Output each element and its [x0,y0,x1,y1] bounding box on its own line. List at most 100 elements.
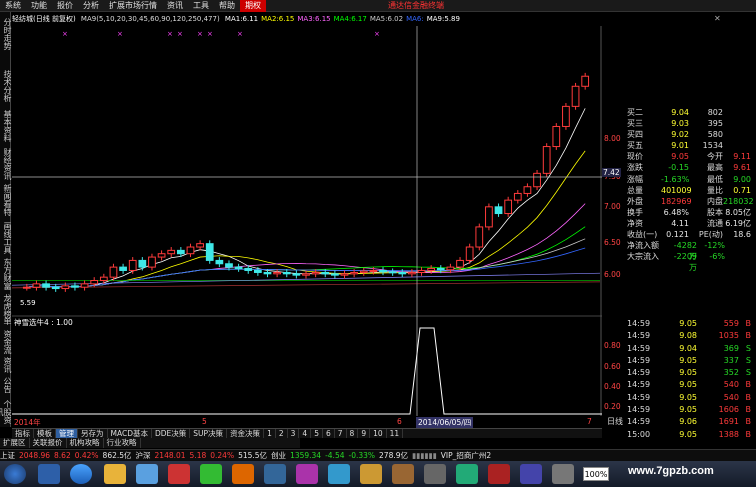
browser-icon[interactable] [70,464,92,484]
media-icon[interactable] [136,464,158,484]
close-icon[interactable]: ✕ [714,14,721,23]
indicator-title: 神雪选牛4 : 1.00 [14,318,73,327]
menu-item-function[interactable]: 功能 [26,0,52,12]
side-tab-news[interactable]: 新闻看特 [0,184,12,216]
candle-body [99,276,108,282]
menu-item-quote[interactable]: 报价 [52,0,78,12]
candle-body [253,269,262,273]
tick-side: S [745,368,751,378]
app-icon[interactable] [552,464,574,484]
cy-value: 1359.34 [290,451,322,460]
indicator-tab[interactable]: 4 [299,429,312,438]
indicator-axis-label: 0.40 [604,382,621,391]
indicator-tab[interactable]: 10 [370,429,387,438]
indicator-tab[interactable]: 7 [335,429,347,438]
side-tab-fund-flow[interactable]: 资金流 [0,330,12,354]
indicator-tab[interactable]: 模板 [34,429,56,438]
indicator-tab[interactable]: SUP决策 [190,429,228,438]
extension-tab[interactable]: 关联报价 [30,438,67,448]
tick-list: 14:59 9.05 559 B 14:59 9.08 1035 B 14:59 9.04 369 S… [627,318,756,441]
side-tab-stock-info[interactable]: 个股资讯 [0,397,12,427]
candle-body [427,267,436,271]
menu-item-analysis[interactable]: 分析 [78,0,104,12]
app-icon[interactable] [392,464,414,484]
tick-volume: 559 [723,319,739,328]
candle-body [292,273,301,276]
extension-tab[interactable]: 机构攻略 [67,438,104,448]
quote-row: 大宗流入 -2209万 -6% [627,251,756,272]
indicator-tab[interactable]: 指标 [12,429,34,438]
candle-body [234,266,243,269]
indicator-tab[interactable]: 9 [358,429,371,438]
menu-item-options[interactable]: 期权 [240,0,266,12]
folder-icon[interactable] [104,464,126,484]
candle-body [398,271,407,275]
menu-item-help[interactable]: 帮助 [214,0,240,12]
extension-tab[interactable]: 扩展区 [0,438,30,448]
indicator-tab[interactable]: MACD基本 [108,429,152,438]
indicator-tab[interactable]: 6 [323,429,335,438]
side-tab-eastmoney[interactable]: 东方财富 [0,258,12,290]
app-icon[interactable] [200,464,222,484]
start-icon[interactable] [4,464,26,484]
ma-value-7: MA9:5.89 [426,15,460,23]
app-icon[interactable] [264,464,286,484]
side-tab-announce[interactable]: 公告 [0,377,12,393]
extension-tab[interactable]: 行业攻略 [104,438,141,448]
stat-label: 量比 [707,185,723,195]
indicator-tab[interactable]: 8 [347,429,359,438]
side-tab-technical[interactable]: 技术分析 [0,70,12,102]
kline-chart[interactable]: × × × × × × × × 5.59 [12,26,602,416]
stat-value: 182969 [661,196,692,206]
side-tab-drawing[interactable]: 画线工具 [0,222,12,254]
menu-item-tools[interactable]: 工具 [188,0,214,12]
stat-value: 218032 [723,196,754,206]
indicator-tab[interactable]: 管理 [56,429,78,438]
app-icon[interactable] [520,464,542,484]
tick-side: B [745,331,752,341]
tick-row: 14:59 9.04 369 S [627,343,756,355]
side-tab-intraday[interactable]: 分时走势 [0,18,12,50]
flow-pct: -12% [704,241,725,251]
app-icon[interactable] [328,464,350,484]
indicator-tab[interactable]: 另存为 [78,429,108,438]
ma-value-5: MA5:6.02 [369,15,404,23]
stat-value: 4.11 [671,218,689,228]
side-tab-info[interactable]: 资讯 [0,357,12,373]
side-tab-finance-news[interactable]: 财经资讯 [0,148,12,180]
period-tab[interactable]: 日线 [607,416,623,427]
indicator-tab[interactable]: DDE决策 [152,429,191,438]
indicator-tab[interactable]: 5 [311,429,323,438]
tick-row: 14:59 9.05 337 S [627,355,756,367]
side-tab-fundamentals[interactable]: 基本资料 [0,110,12,142]
sh-change: 8.62 [54,451,71,460]
menu-item-system[interactable]: 系统 [0,0,26,12]
price-axis-label: 6.50 [604,238,621,247]
candle-body [369,269,378,272]
app-icon[interactable] [424,464,446,484]
app-icon[interactable] [456,464,478,484]
app-icon[interactable] [360,464,382,484]
side-tab-single[interactable]: 单 [0,317,12,325]
stat-label: 涨跌 [627,163,643,173]
app-icon[interactable] [232,464,254,484]
stat-value: -1.63% [661,174,690,184]
side-tab-lhb[interactable]: 龙虎榜 [0,294,12,318]
zoom-level[interactable]: 100% [583,467,609,481]
price-axis-label: 6.00 [604,270,621,279]
app-icon[interactable] [168,464,190,484]
indicator-tab[interactable]: 11 [387,429,404,438]
indicator-tab[interactable]: 3 [288,429,300,438]
indicator-tab[interactable]: 1 [264,429,276,438]
indicator-tab[interactable]: 2 [276,429,288,438]
indicator-tab[interactable]: 资金决策 [227,429,265,438]
menu-item-news[interactable]: 资讯 [162,0,188,12]
app-icon[interactable] [296,464,318,484]
tick-row: 15:00 9.05 1388 B [627,429,756,441]
quote-row: 外盘 182969 内盘 218032 [627,196,756,207]
candle-body [273,271,281,275]
explorer-icon[interactable] [38,464,60,484]
menu-item-extended-market[interactable]: 扩展市场行情 [104,0,162,12]
app-icon[interactable] [488,464,510,484]
quote-price: 9.01 [671,141,689,151]
